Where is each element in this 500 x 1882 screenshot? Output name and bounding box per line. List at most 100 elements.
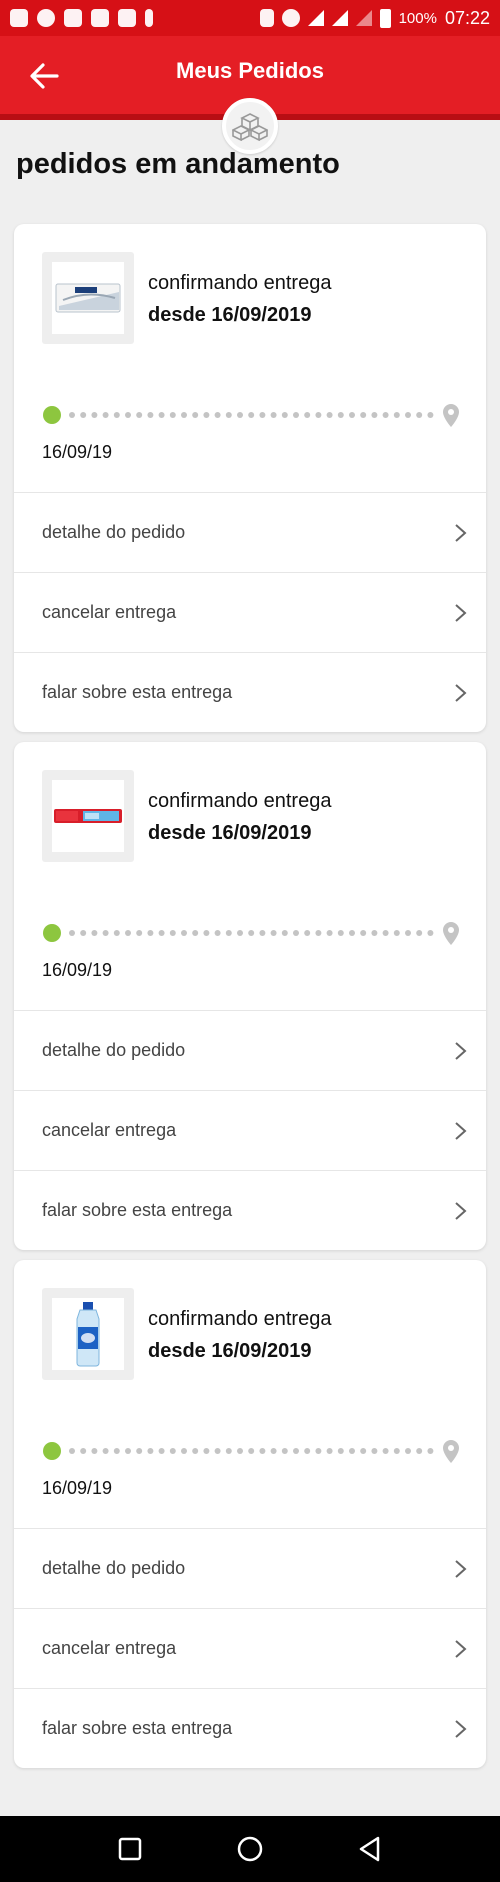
cancel-delivery-row[interactable]: cancelar entrega: [14, 1608, 486, 1688]
triangle-back-icon: [359, 1836, 380, 1862]
clock: 07:22: [444, 7, 490, 28]
progress-dot: [91, 1448, 98, 1454]
progress-dot: [337, 1448, 344, 1454]
progress-dot: [203, 1448, 210, 1454]
back-button[interactable]: [24, 56, 64, 96]
product-thumbnail: [42, 1288, 134, 1380]
delivery-progress: [43, 404, 459, 427]
progress-dot: [315, 930, 322, 936]
progress-dot: [315, 1448, 322, 1454]
talk-about-delivery-row[interactable]: falar sobre esta entrega: [14, 1688, 486, 1768]
status-bar: 100% 07:22: [0, 0, 500, 36]
progress-dot: [136, 930, 143, 936]
progress-dot: [203, 412, 210, 418]
notification-icons: [10, 9, 153, 27]
order-card: confirmando entrega desde 16/09/2019 16/…: [14, 224, 486, 732]
row-label: detalhe do pedido: [42, 522, 186, 542]
arrow-left-icon: [30, 63, 59, 89]
progress-dot: [203, 930, 210, 936]
progress-dot: [259, 412, 266, 418]
chevron-right-icon: [455, 1122, 467, 1140]
battery-icon: [379, 8, 391, 28]
progress-dot: [393, 1448, 400, 1454]
progress-dot: [225, 412, 232, 418]
progress-dot: [259, 1448, 266, 1454]
chevron-right-icon: [455, 1560, 467, 1578]
progress-dot: [181, 412, 187, 418]
row-label: detalhe do pedido: [42, 1558, 186, 1578]
progress-dot: [405, 1448, 411, 1454]
cancel-delivery-row[interactable]: cancelar entrega: [14, 572, 486, 652]
location-pin-icon: [443, 1440, 459, 1463]
progress-dot: [304, 412, 311, 418]
header-badge: [222, 98, 278, 154]
progress-dot: [181, 1448, 187, 1454]
progress-dot: [315, 412, 322, 418]
chevron-right-icon: [455, 1640, 467, 1658]
progress-dot: [349, 930, 355, 936]
progress-dot: [69, 412, 75, 418]
progress-dot: [237, 930, 243, 936]
progress-dot: [248, 412, 255, 418]
person-icon: [145, 9, 153, 27]
order-card: confirmando entrega desde 16/09/2019 16/…: [14, 1260, 486, 1768]
progress-dot: [427, 1448, 434, 1454]
progress-dot: [80, 1448, 87, 1454]
row-label: cancelar entrega: [42, 602, 177, 622]
progress-dot: [326, 930, 333, 936]
back-nav-button[interactable]: [350, 1829, 390, 1869]
progress-dot: [214, 412, 221, 418]
chevron-right-icon: [455, 684, 467, 702]
progress-dot: [393, 412, 400, 418]
progress-dot: [293, 1448, 299, 1454]
progress-dot: [102, 1448, 109, 1454]
order-since: desde 16/09/2019: [148, 1340, 312, 1362]
progress-dot: [349, 1448, 355, 1454]
signal-2-icon: [355, 10, 372, 26]
order-detail-row[interactable]: detalhe do pedido: [14, 492, 486, 572]
cancel-delivery-row[interactable]: cancelar entrega: [14, 1090, 486, 1170]
progress-dot: [405, 412, 411, 418]
product-thumbnail: [42, 770, 134, 862]
shield-icon: [91, 9, 109, 27]
wifi-icon: [307, 10, 324, 26]
order-detail-row[interactable]: detalhe do pedido: [14, 1010, 486, 1090]
progress-dot: [393, 930, 400, 936]
progress-dot: [113, 1448, 120, 1454]
progress-dot: [360, 1448, 367, 1454]
progress-dot: [125, 930, 131, 936]
progress-dot: [304, 930, 311, 936]
progress-dot: [158, 930, 165, 936]
product-thumbnail: [42, 252, 134, 344]
order-detail-row[interactable]: detalhe do pedido: [14, 1528, 486, 1608]
progress-dot: [248, 1448, 255, 1454]
progress-dot: [304, 1448, 311, 1454]
progress-dot: [237, 1448, 243, 1454]
progress-dot: [371, 1448, 378, 1454]
talk-about-delivery-row[interactable]: falar sobre esta entrega: [14, 652, 486, 732]
progress-dot: [326, 1448, 333, 1454]
progress-dot: [237, 412, 243, 418]
row-label: falar sobre esta entrega: [42, 1200, 233, 1220]
progress-dot: [102, 412, 109, 418]
progress-dot: [125, 412, 131, 418]
progress-dot: [136, 1448, 143, 1454]
system-nav-bar: [0, 1816, 500, 1882]
order-since: desde 16/09/2019: [148, 304, 312, 326]
boxes-icon: [232, 113, 268, 141]
row-label: cancelar entrega: [42, 1638, 177, 1658]
recents-button[interactable]: [110, 1829, 150, 1869]
order-summary: confirmando entrega desde 16/09/2019 16/…: [14, 742, 486, 1010]
progress-dot: [405, 930, 411, 936]
row-label: cancelar entrega: [42, 1120, 177, 1140]
progress-dot: [91, 412, 98, 418]
home-button[interactable]: [230, 1829, 270, 1869]
talk-about-delivery-row[interactable]: falar sobre esta entrega: [14, 1170, 486, 1250]
battery-level: 100%: [398, 9, 437, 27]
detergent-bottle-icon: [76, 1302, 100, 1367]
progress-dot: [80, 930, 87, 936]
progress-dot: [136, 412, 143, 418]
chevron-right-icon: [455, 524, 467, 542]
whatsapp-icon: [37, 9, 55, 27]
progress-dot: [113, 930, 120, 936]
